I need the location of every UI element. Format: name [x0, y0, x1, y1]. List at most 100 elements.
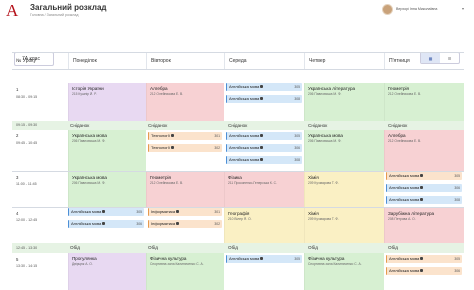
lesson-cell[interactable]: Фізична культура Спортивна зала Калиниче…	[146, 253, 224, 290]
room-number: 306	[294, 146, 300, 150]
room-number: 306	[454, 186, 460, 190]
lesson-cell[interactable]: Українська мова 206 Павловська М. Ф.	[304, 130, 384, 171]
group-icon	[420, 198, 424, 202]
lesson-cell[interactable]: Фізика 211 Прокопенко-Генерська К. С.	[224, 172, 304, 207]
lesson-cell[interactable]: Хімія 209 Кучмарова Т. Ф.	[304, 208, 384, 243]
lesson-cell[interactable]: Прогулянка Двірцюк А. О.	[68, 253, 146, 290]
lesson-teacher: 206 Павловська М. Ф.	[308, 92, 342, 96]
lesson-chip[interactable]: Англійська мова 308	[226, 156, 302, 164]
lesson-cell[interactable]: Геометрія 212 Олейникова Е. В.	[146, 172, 224, 207]
breadcrumb[interactable]: Головна / Загальний розклад	[30, 13, 78, 17]
lesson-cell[interactable]: Хімія 209 Кучмарова Т. Ф.	[304, 172, 384, 207]
break-row: 12:45 - 13:30 Обід Обід Обід Обід Обід	[12, 243, 464, 253]
lesson-subject: Хімія	[308, 175, 319, 180]
room-number: 305	[136, 210, 142, 214]
room-number: 305	[294, 134, 300, 138]
lesson-subject: Англійська мова	[229, 96, 260, 101]
group-icon	[176, 222, 180, 226]
user-name[interactable]: Верхорі Інна Миколаївна	[396, 7, 437, 11]
group-icon	[170, 146, 174, 150]
lesson-chip[interactable]: Англійська мова 306	[386, 267, 462, 275]
period-time: 11:00 - 11:45	[16, 182, 37, 186]
lesson-cell[interactable]: Геометрія 212 Олейникова Е. В.	[384, 83, 464, 121]
lesson-cell[interactable]: Українська мова 206 Павловська М. Ф.	[68, 130, 146, 171]
lesson-teacher: 212 Олейникова Е. В.	[388, 92, 422, 96]
col-header-lesson: № Уроку	[16, 58, 37, 64]
room-number: 306	[136, 222, 142, 226]
break-label: Сніданок	[388, 123, 408, 128]
group-icon	[260, 134, 264, 138]
lesson-chip[interactable]: Англійська мова 305	[386, 172, 462, 180]
schedule-grid: № Уроку Понеділок Вівторок Середа Четвер…	[12, 52, 464, 290]
lesson-chip[interactable]: Англійська мова 308	[386, 196, 462, 204]
lesson-chip[interactable]: Англійська мова 306	[68, 220, 144, 228]
lesson-chip[interactable]: Англійська мова 305	[68, 208, 144, 216]
lesson-subject: Англійська мова	[389, 256, 420, 261]
lesson-teacher: 206 Павловська М. Ф.	[72, 181, 106, 185]
lesson-subject: Фізична культура	[308, 256, 345, 261]
lesson-subject: Технології	[151, 145, 170, 150]
group-icon	[260, 158, 264, 162]
group-icon	[102, 222, 106, 226]
break-row: 09:15 - 09:30 Сніданок Сніданок Сніданок…	[12, 121, 464, 130]
avatar[interactable]	[382, 4, 393, 15]
group-icon	[102, 210, 106, 214]
lesson-chip[interactable]: Англійська мова 305	[386, 255, 462, 263]
period-time: 09:45 - 10:45	[16, 141, 38, 145]
lesson-subject: Фізична культура	[150, 256, 187, 261]
lesson-teacher: 212 Олейникова Е. В.	[150, 181, 184, 185]
lesson-subject: Англійська мова	[389, 185, 420, 190]
lesson-subject: Англійська мова	[229, 256, 260, 261]
room-number: 305	[454, 257, 460, 261]
room-number: 308	[294, 97, 300, 101]
break-label: Сніданок	[228, 123, 248, 128]
lesson-subject: Алгебра	[150, 86, 168, 91]
col-header-thu: Четвер	[304, 53, 384, 69]
lesson-cell[interactable]: Географія 210 Вілер Я. О.	[224, 208, 304, 243]
break-time: 09:15 - 09:30	[16, 123, 38, 127]
lesson-cell[interactable]: Зарубіжна література 208 Петрова А. О.	[384, 208, 464, 243]
lesson-chip[interactable]: Інформатика 301	[148, 208, 222, 216]
lesson-subject: Інформатика	[151, 221, 176, 226]
group-icon	[176, 210, 180, 214]
lesson-chip[interactable]: Технології 301	[148, 132, 222, 140]
lesson-subject: Фізика	[228, 175, 242, 180]
period-number: 4	[16, 211, 19, 216]
lesson-teacher: 206 Павловська М. Ф.	[72, 139, 106, 143]
lesson-cell[interactable]: Історія України 215 Кушнір Й. Р.	[68, 83, 146, 121]
app-logo[interactable]: A	[6, 2, 18, 19]
chevron-down-icon[interactable]: ▾	[462, 6, 464, 11]
break-label: Обід	[228, 245, 238, 250]
lesson-chip[interactable]: Англійська мова 306	[386, 184, 462, 192]
lesson-chip[interactable]: Англійська мова 305	[226, 255, 302, 263]
lesson-chip[interactable]: Англійська мова 305	[226, 132, 302, 140]
lesson-chip[interactable]: Англійська мова 308	[226, 95, 302, 103]
lesson-subject: Англійська мова	[229, 84, 260, 89]
break-label: Сніданок	[308, 123, 328, 128]
lesson-teacher: 212 Олейникова Е. В.	[150, 92, 184, 96]
lesson-subject: Англійська мова	[229, 157, 260, 162]
period-number: 3	[16, 175, 19, 180]
lesson-chip[interactable]: Інформатика 302	[148, 220, 222, 228]
lesson-chip[interactable]: Технології 302	[148, 144, 222, 152]
lesson-cell[interactable]: Українська література 206 Павловська М. …	[304, 83, 384, 121]
lesson-cell[interactable]: Фізична культура Спортивна зала Калиниче…	[304, 253, 384, 290]
lesson-teacher: 206 Павловська М. Ф.	[308, 139, 342, 143]
period-number: 5	[16, 257, 19, 262]
lesson-subject: Українська мова	[308, 133, 343, 138]
group-icon	[420, 257, 424, 261]
break-label: Обід	[388, 245, 398, 250]
lesson-chip[interactable]: Англійська мова 306	[226, 144, 302, 152]
lesson-cell[interactable]: Українська мова 206 Павловська М. Ф.	[68, 172, 146, 207]
group-icon	[260, 85, 264, 89]
col-header-wed: Середа	[224, 53, 304, 69]
lesson-cell[interactable]: Алгебра 212 Олейникова Е. В.	[146, 83, 224, 121]
room-number: 306	[454, 269, 460, 273]
lesson-chip[interactable]: Англійська мова 305	[226, 83, 302, 91]
period-time: 08:30 - 09:15	[16, 95, 38, 99]
lesson-subject: Інформатика	[151, 209, 176, 214]
room-number: 305	[294, 85, 300, 89]
room-number: 302	[214, 222, 220, 226]
lesson-cell[interactable]: Алгебра 212 Олейникова Е. В.	[384, 130, 464, 171]
room-number: 301	[214, 134, 220, 138]
